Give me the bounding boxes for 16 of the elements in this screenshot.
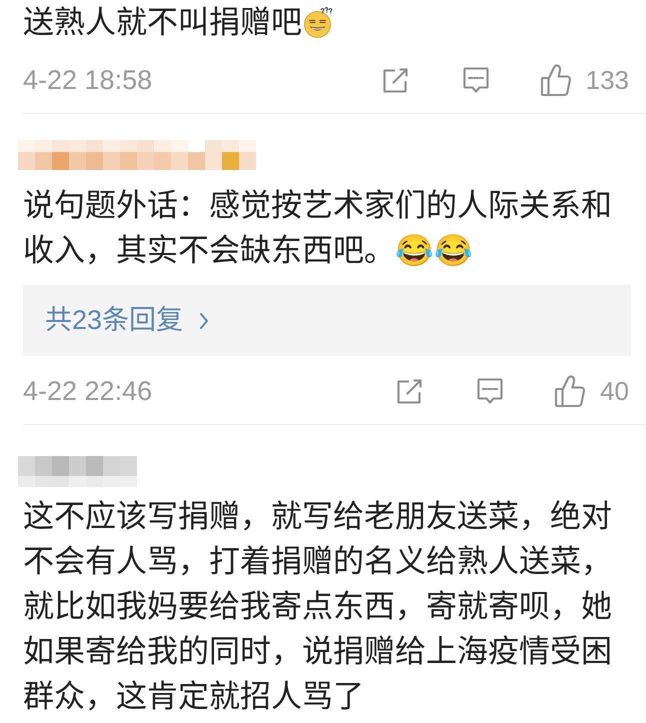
thumbs-up-icon[interactable]	[540, 63, 572, 97]
comment-text: 这不应该写捐赠，就写给老朋友送菜，绝对不会有人骂，打着捐赠的名义给熟人送菜，就比如我妈要给我寄点东西，寄就寄呗，她如果寄给我的同时，说捐赠给上海疫情受困群众，这肯定就招人骂了	[23, 499, 612, 714]
share-icon[interactable]	[396, 378, 424, 404]
like-count: 133	[586, 64, 629, 96]
comment-text: 说句题外话：感觉按艺术家们的人际关系和收入，其实不会缺东西吧。😂😂	[23, 188, 612, 268]
comment-text: 送熟人就不叫捐赠吧	[23, 5, 302, 40]
confused-face-icon	[304, 6, 334, 38]
replies-button[interactable]: 共23条回复	[23, 285, 631, 356]
comment-icon[interactable]	[476, 377, 504, 405]
comment-time: 4-22 22:46	[23, 374, 152, 408]
comment-icon[interactable]	[462, 66, 490, 94]
comment-time: 4-22 18:58	[23, 64, 152, 97]
thumbs-up-icon[interactable]	[554, 374, 586, 408]
share-icon[interactable]	[382, 66, 410, 94]
chevron-right-icon	[199, 312, 210, 330]
like-count: 40	[600, 374, 629, 408]
